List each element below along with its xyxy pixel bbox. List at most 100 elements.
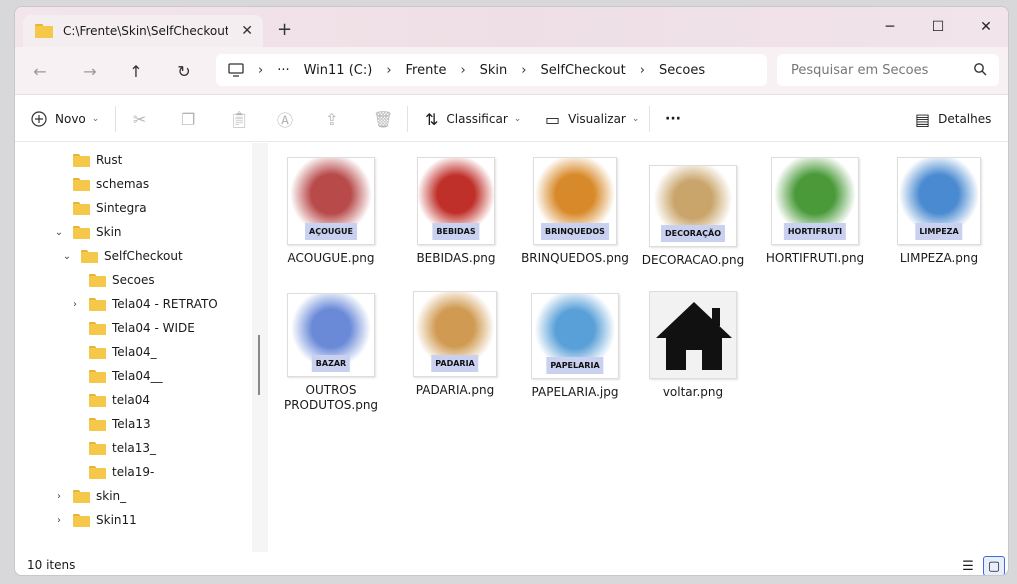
folder-icon <box>89 345 106 359</box>
file-thumbnail: DECORAÇÃO <box>649 165 737 247</box>
tree-item-label: tela13_ <box>112 441 157 455</box>
large-icons-view-button[interactable]: ▢ <box>983 556 1005 575</box>
breadcrumb-skin[interactable]: Skin <box>480 63 508 78</box>
file-item-papelaria[interactable]: PAPELARIA PAPELARIA.jpg <box>520 293 630 400</box>
chevron-down-icon[interactable]: ⌄ <box>53 227 65 238</box>
breadcrumb-secoes[interactable]: Secoes <box>659 63 705 78</box>
search-icon <box>974 63 987 76</box>
file-item-voltar[interactable]: voltar.png <box>638 291 748 400</box>
breadcrumb-win11[interactable]: Win11 (C:) <box>304 63 373 78</box>
navigation-bar: ← → ↑ ↻ › ··· Win11 (C:) › Frente › Skin… <box>15 47 1008 95</box>
folder-icon <box>89 297 106 311</box>
paste-button[interactable]: 📋︎ <box>229 96 257 142</box>
file-name: voltar.png <box>662 385 724 399</box>
file-item-brinquedos[interactable]: BRINQUEDOS BRINQUEDOS.png <box>520 157 630 266</box>
tree-item[interactable]: schemas <box>53 173 149 195</box>
tree-item[interactable]: Tela13 <box>69 413 151 435</box>
tree-item[interactable]: Tela04 - WIDE <box>69 317 195 339</box>
details-button[interactable]: ▤ Detalhes <box>915 96 991 142</box>
scissors-icon: ✂ <box>133 109 147 129</box>
tree-item-label: Skin <box>96 225 122 239</box>
command-bar: Novo ⌄ ✂ ❐ 📋︎ Ⓐ ⇪ 🗑︎ ⇅ Classificar ⌄ ▭ V… <box>15 96 1008 142</box>
up-button[interactable]: ↑ <box>121 59 151 83</box>
search-input[interactable]: Pesquisar em Secoes <box>777 54 999 86</box>
chevron-down-icon: ⌄ <box>513 114 522 124</box>
tree-item[interactable]: ⌄ SelfCheckout <box>61 245 183 267</box>
tree-item[interactable]: › Skin11 <box>53 509 137 531</box>
tree-item-label: Tela04 - RETRATO <box>112 297 218 311</box>
chevron-right-icon[interactable]: › <box>69 299 81 310</box>
tab-close-button[interactable]: ✕ <box>241 23 253 39</box>
address-bar[interactable]: › ··· Win11 (C:) › Frente › Skin › SelfC… <box>216 54 767 86</box>
tree-item[interactable]: › skin_ <box>53 485 126 507</box>
share-button[interactable]: ⇪ <box>325 96 346 142</box>
tree-item[interactable]: Tela04__ <box>69 365 163 387</box>
computer-icon <box>228 63 244 77</box>
thumbnail-label: BRINQUEDOS <box>541 223 609 240</box>
file-name: BRINQUEDOS.png <box>521 251 629 265</box>
maximize-button[interactable]: ☐ <box>915 12 961 42</box>
tree-item-label: Rust <box>96 153 123 167</box>
close-button[interactable]: ✕ <box>963 12 1008 42</box>
details-pane-icon: ▤ <box>915 109 931 129</box>
cut-button[interactable]: ✂ <box>133 96 154 142</box>
tree-item[interactable]: tela13_ <box>69 437 156 459</box>
file-item-hortifruti[interactable]: HORTIFRUTI HORTIFRUTI.png <box>760 157 870 266</box>
folder-icon <box>89 465 106 479</box>
tab-secoes[interactable]: C:\Frente\Skin\SelfCheckout\S ✕ <box>23 15 263 47</box>
more-options-button[interactable]: ··· <box>665 96 681 142</box>
rename-button[interactable]: Ⓐ <box>277 96 301 142</box>
chevron-right-icon[interactable]: › <box>53 491 65 502</box>
file-item-limpeza[interactable]: LIMPEZA LIMPEZA.png <box>884 157 994 266</box>
tree-item[interactable]: Tela04_ <box>69 341 157 363</box>
search-placeholder: Pesquisar em Secoes <box>791 62 929 78</box>
tree-item[interactable]: ⌄ Skin <box>53 221 122 243</box>
tree-item[interactable]: Rust <box>53 149 122 171</box>
tree-item[interactable]: › Tela04 - RETRATO <box>69 293 218 315</box>
navigation-pane: Rust schemas Sintegra ⌄ Skin ⌄ SelfCheckout Sec… <box>15 143 253 552</box>
list-view-icon: ☰ <box>962 558 974 574</box>
tree-item[interactable]: tela04 <box>69 389 150 411</box>
view-button[interactable]: ▭ Visualizar ⌄ <box>545 96 639 142</box>
tree-item-label: Tela04 - WIDE <box>112 321 195 335</box>
refresh-button[interactable]: ↻ <box>169 59 199 83</box>
breadcrumb-selfcheckout[interactable]: SelfCheckout <box>541 63 626 78</box>
file-item-bebidas[interactable]: BEBIDAS BEBIDAS.png <box>401 157 511 266</box>
sort-icon: ⇅ <box>425 109 439 129</box>
file-thumbnail: AÇOUGUE <box>287 157 375 245</box>
thumbnail-label: DECORAÇÃO <box>661 225 725 242</box>
tree-item-label: schemas <box>96 177 150 191</box>
file-item-acougue[interactable]: AÇOUGUE ACOUGUE.png <box>276 157 386 266</box>
sort-button[interactable]: ⇅ Classificar ⌄ <box>425 96 521 142</box>
new-tab-button[interactable]: + <box>277 19 292 40</box>
rename-icon: Ⓐ <box>277 111 294 130</box>
tree-item[interactable]: Sintegra <box>53 197 147 219</box>
tree-item-label: skin_ <box>96 489 127 503</box>
file-thumbnail: BAZAR <box>287 293 375 377</box>
tree-item[interactable]: Secoes <box>69 269 155 291</box>
file-item-outros-produtos[interactable]: BAZAR OUTROS PRODUTOS.png <box>276 293 386 413</box>
copy-button[interactable]: ❐ <box>181 96 203 142</box>
details-view-button[interactable]: ☰ <box>957 556 979 575</box>
chevron-right-icon[interactable]: › <box>53 515 65 526</box>
breadcrumb-separator: › <box>258 62 264 78</box>
new-button[interactable]: Novo ⌄ <box>31 96 99 142</box>
share-icon: ⇪ <box>325 109 339 129</box>
breadcrumb-more[interactable]: ··· <box>277 63 289 78</box>
tiles-view-icon: ▢ <box>987 558 1001 574</box>
minimize-button[interactable]: ─ <box>867 12 913 42</box>
breadcrumb-frente[interactable]: Frente <box>406 63 447 78</box>
scrollbar-thumb[interactable] <box>258 335 260 395</box>
file-item-decoracao[interactable]: DECORAÇÃO DECORACAO.png <box>638 165 748 268</box>
file-item-padaria[interactable]: PADARIA PADARIA.png <box>400 291 510 398</box>
tree-item[interactable]: tela19- <box>69 461 154 483</box>
delete-button[interactable]: 🗑︎ <box>373 96 401 142</box>
back-button[interactable]: ← <box>25 59 55 83</box>
forward-button[interactable]: → <box>75 59 105 83</box>
breadcrumb-separator: › <box>460 62 466 78</box>
navigation-scrollbar[interactable] <box>252 143 268 552</box>
file-thumbnail: HORTIFRUTI <box>771 157 859 245</box>
folder-icon <box>73 489 90 503</box>
chevron-down-icon[interactable]: ⌄ <box>61 251 73 262</box>
folder-icon <box>89 393 106 407</box>
